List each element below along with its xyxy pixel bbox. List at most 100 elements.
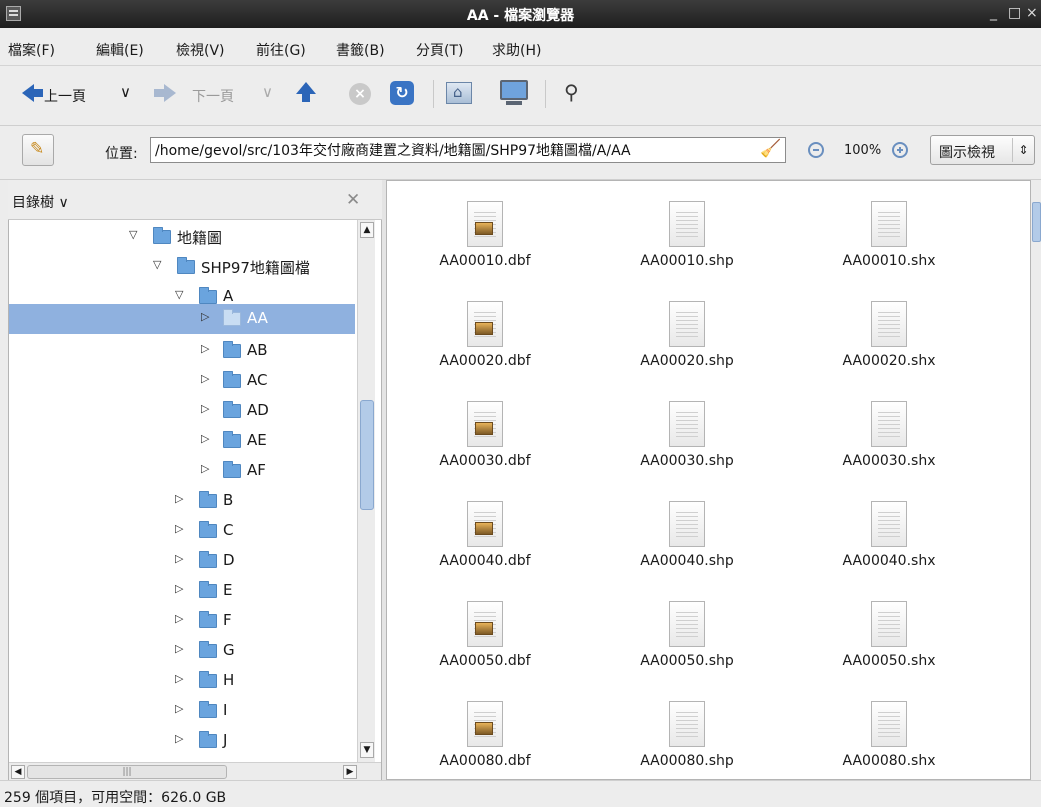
expander-closed-icon[interactable]: ▷ [201, 372, 209, 385]
tree-item[interactable]: ▷ G [9, 636, 355, 666]
tree-item[interactable]: ▷ F [9, 606, 355, 636]
tree-item[interactable]: ▷ AF [9, 456, 355, 486]
file-item[interactable]: AA00030.dbf [395, 391, 575, 491]
status-text: 259 個項目，可用空間：626.0 GB [4, 790, 227, 806]
file-item[interactable]: AA00040.shp [597, 491, 777, 591]
file-item[interactable]: AA00010.shp [597, 191, 777, 291]
file-item[interactable]: AA00080.dbf [395, 691, 575, 779]
maximize-button[interactable]: □ [1008, 5, 1021, 21]
location-input[interactable] [150, 137, 786, 163]
back-arrow-icon[interactable] [22, 84, 43, 102]
expander-open-icon[interactable]: ▽ [175, 288, 183, 301]
expander-closed-icon[interactable]: ▷ [175, 732, 183, 745]
text-file-icon [871, 401, 907, 447]
expander-closed-icon[interactable]: ▷ [175, 642, 183, 655]
zoom-out-icon[interactable] [808, 142, 824, 158]
reload-icon[interactable]: ↻ [390, 81, 414, 105]
sidebar-title[interactable]: 目錄樹 ∨ [12, 192, 69, 212]
tree-item[interactable]: ▷ AE [9, 426, 355, 456]
file-item[interactable]: AA00020.dbf [395, 291, 575, 391]
file-name: AA00030.shp [640, 453, 734, 469]
tree-item[interactable]: ▷ J [9, 726, 355, 756]
file-item[interactable]: AA00080.shp [597, 691, 777, 779]
expander-open-icon[interactable]: ▽ [129, 228, 137, 241]
folder-icon [223, 371, 241, 388]
menu-help[interactable]: 求助(H) [492, 40, 541, 60]
edit-location-toggle-button[interactable] [22, 134, 54, 166]
dbf-file-icon [467, 201, 503, 247]
zoom-in-icon[interactable] [892, 142, 908, 158]
tree-item[interactable]: ▷ D [9, 546, 355, 576]
tree-item-label: AE [247, 431, 267, 449]
scroll-left-arrow-icon[interactable]: ◀ [11, 765, 25, 779]
close-button[interactable]: × [1026, 5, 1038, 21]
tree-item[interactable]: ▷ AB [9, 336, 355, 366]
search-binoculars-icon[interactable]: ⚲ [564, 80, 579, 104]
expander-closed-icon[interactable]: ▷ [175, 702, 183, 715]
menu-view[interactable]: 檢視(V) [176, 40, 225, 60]
folder-icon [199, 611, 217, 628]
file-item[interactable]: AA00040.dbf [395, 491, 575, 591]
file-icon-view[interactable]: AA00010.dbf AA00010.shp AA00010.shx AA00… [386, 180, 1031, 780]
expander-closed-icon[interactable]: ▷ [201, 432, 209, 445]
back-button[interactable]: 上一頁 [44, 86, 86, 106]
tree-item-selected[interactable]: ▷ AA [9, 304, 355, 334]
file-item[interactable]: AA00030.shp [597, 391, 777, 491]
file-item[interactable]: AA00050.shx [799, 591, 979, 691]
sidebar-vertical-scrollbar[interactable]: ▲ ▼ [357, 220, 375, 762]
back-history-chevron-icon[interactable]: ∨ [120, 83, 131, 101]
expander-closed-icon[interactable]: ▷ [201, 342, 209, 355]
expander-closed-icon[interactable]: ▷ [175, 492, 183, 505]
menu-edit[interactable]: 編輯(E) [96, 40, 144, 60]
tree-item[interactable]: ▷ AD [9, 396, 355, 426]
view-mode-select[interactable]: 圖示檢視 ⇕ [930, 135, 1035, 165]
sidebar-close-icon[interactable]: ✕ [346, 190, 360, 210]
sidebar-horizontal-scrollbar[interactable]: ◀ ||| ▶ [9, 762, 381, 780]
menu-go[interactable]: 前往(G) [256, 40, 306, 60]
main-vertical-scrollbar[interactable] [1031, 180, 1041, 780]
computer-icon[interactable] [500, 80, 528, 105]
scroll-up-arrow-icon[interactable]: ▲ [360, 222, 374, 238]
menu-bookmarks[interactable]: 書籤(B) [336, 40, 385, 60]
file-item[interactable]: AA00050.shp [597, 591, 777, 691]
expander-closed-icon[interactable]: ▷ [201, 402, 209, 415]
expander-closed-icon[interactable]: ▷ [175, 672, 183, 685]
expander-open-icon[interactable]: ▽ [153, 258, 161, 271]
expander-closed-icon[interactable]: ▷ [175, 522, 183, 535]
tree-item[interactable]: ▷ B [9, 486, 355, 516]
minimize-button[interactable]: _ [990, 5, 997, 21]
tree-item[interactable]: ▷ E [9, 576, 355, 606]
expander-closed-icon[interactable]: ▷ [201, 462, 209, 475]
file-item[interactable]: AA00020.shp [597, 291, 777, 391]
expander-closed-icon[interactable]: ▷ [175, 612, 183, 625]
scrollbar-thumb[interactable] [1032, 202, 1041, 242]
tree-item[interactable]: ▷ AC [9, 366, 355, 396]
expander-closed-icon[interactable]: ▷ [175, 552, 183, 565]
file-item[interactable]: AA00010.shx [799, 191, 979, 291]
expander-closed-icon[interactable]: ▷ [175, 582, 183, 595]
file-item[interactable]: AA00010.dbf [395, 191, 575, 291]
tree-item[interactable]: ▷ C [9, 516, 355, 546]
home-icon[interactable] [446, 82, 472, 104]
tree-item[interactable]: ▷ H [9, 666, 355, 696]
file-item[interactable]: AA00050.dbf [395, 591, 575, 691]
file-item[interactable]: AA00080.shx [799, 691, 979, 779]
scrollbar-thumb[interactable]: ||| [27, 765, 227, 779]
tree-item[interactable]: ▽ SHP97地籍圖檔 [9, 252, 355, 282]
file-item[interactable]: AA00030.shx [799, 391, 979, 491]
file-name: AA00020.shx [842, 353, 936, 369]
scroll-down-arrow-icon[interactable]: ▼ [360, 742, 374, 758]
file-item[interactable]: AA00020.shx [799, 291, 979, 391]
menu-file[interactable]: 檔案(F) [8, 40, 55, 60]
clear-location-icon[interactable]: 🧹 [760, 139, 781, 159]
scroll-right-arrow-icon[interactable]: ▶ [343, 765, 357, 779]
expander-closed-icon[interactable]: ▷ [201, 310, 209, 323]
forward-arrow-icon [154, 84, 176, 102]
menu-tabs[interactable]: 分頁(T) [416, 40, 463, 60]
file-item[interactable]: AA00040.shx [799, 491, 979, 591]
up-arrow-icon[interactable] [296, 82, 316, 102]
menu-bar: 檔案(F) 編輯(E) 檢視(V) 前往(G) 書籤(B) 分頁(T) 求助(H… [0, 28, 1041, 66]
tree-item[interactable]: ▷ I [9, 696, 355, 726]
tree-item[interactable]: ▽ 地籍圖 [9, 222, 355, 252]
scrollbar-thumb[interactable] [360, 400, 374, 510]
